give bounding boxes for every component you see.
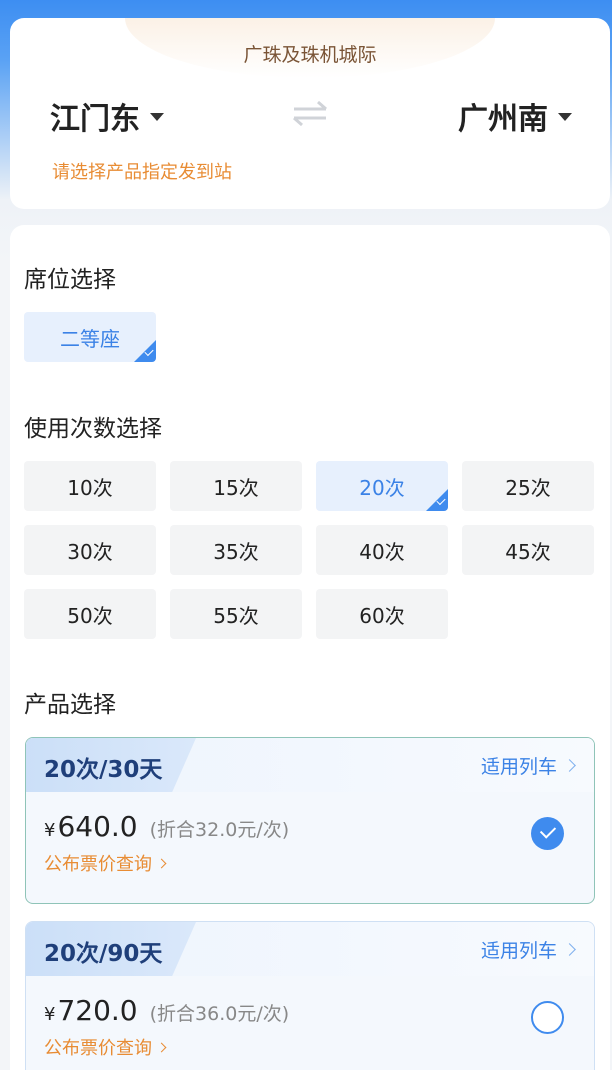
count-option-label: 20次 — [359, 475, 405, 500]
count-option-label: 35次 — [213, 539, 259, 564]
seat-option-second-class[interactable]: 二等座 — [24, 312, 156, 362]
product-tag: 20次/30天 — [44, 757, 163, 783]
count-option-label: 45次 — [505, 539, 551, 564]
published-fare-link[interactable]: 公布票价查询 — [44, 1034, 167, 1060]
per-trip-price: (折合32.0元/次) — [149, 819, 290, 841]
route-hint: 请选择产品指定发到站 — [52, 162, 232, 183]
seat-section-title: 席位选择 — [24, 267, 116, 293]
chevron-right-icon — [156, 858, 167, 868]
selected-check-icon — [426, 489, 448, 511]
from-station-label: 江门东 — [50, 102, 140, 137]
seat-option-label: 二等座 — [60, 326, 120, 351]
applicable-trains-link[interactable]: 适用列车 — [480, 936, 576, 963]
count-option-60[interactable]: 60次 — [316, 589, 448, 639]
count-option-25[interactable]: 25次 — [462, 461, 594, 511]
per-trip-price: (折合36.0元/次) — [149, 1003, 290, 1025]
count-option-45[interactable]: 45次 — [462, 525, 594, 575]
product-section-title: 产品选择 — [24, 692, 116, 718]
count-option-30[interactable]: 30次 — [24, 525, 156, 575]
published-fare-label: 公布票价查询 — [44, 854, 152, 875]
route-banner-title: 广珠及珠机城际 — [243, 44, 377, 66]
to-station-selector[interactable]: 广州南 — [458, 94, 572, 138]
route-banner: 广珠及珠机城际 — [125, 18, 495, 78]
caret-down-icon — [558, 113, 572, 121]
to-station-label: 广州南 — [458, 102, 548, 137]
product-tag: 20次/90天 — [44, 941, 163, 967]
published-fare-label: 公布票价查询 — [44, 1038, 152, 1059]
count-option-35[interactable]: 35次 — [170, 525, 302, 575]
count-option-50[interactable]: 50次 — [24, 589, 156, 639]
from-station-selector[interactable]: 江门东 — [50, 94, 164, 138]
count-option-10[interactable]: 10次 — [24, 461, 156, 511]
product-card[interactable]: 20次/30天 适用列车 ¥ 640.0 (折合32.0元/次) 公布票价查询 — [25, 737, 595, 904]
count-option-label: 10次 — [67, 475, 113, 500]
currency-symbol: ¥ — [44, 820, 56, 841]
applicable-trains-label: 适用列车 — [480, 940, 557, 962]
count-option-label: 15次 — [213, 475, 259, 500]
count-section-title: 使用次数选择 — [24, 416, 162, 442]
count-option-40[interactable]: 40次 — [316, 525, 448, 575]
main-panel: 席位选择 二等座 使用次数选择 10次 15次 20次 25次 30次 35次 … — [10, 225, 610, 1070]
count-option-label: 25次 — [505, 475, 551, 500]
selected-check-icon — [134, 340, 156, 362]
product-price: ¥ 640.0 (折合32.0元/次) — [44, 810, 289, 843]
price-amount: 640.0 — [57, 810, 138, 843]
count-option-15[interactable]: 15次 — [170, 461, 302, 511]
count-option-55[interactable]: 55次 — [170, 589, 302, 639]
product-radio-checked[interactable] — [531, 817, 564, 850]
count-option-label: 60次 — [359, 603, 405, 628]
count-option-20[interactable]: 20次 — [316, 461, 448, 511]
chevron-right-icon — [156, 1042, 167, 1052]
product-price: ¥ 720.0 (折合36.0元/次) — [44, 994, 289, 1027]
chevron-right-icon — [563, 943, 576, 956]
product-card[interactable]: 20次/90天 适用列车 ¥ 720.0 (折合36.0元/次) 公布票价查询 — [25, 921, 595, 1070]
chevron-right-icon — [563, 759, 576, 772]
applicable-trains-label: 适用列车 — [480, 756, 557, 778]
route-card: 广珠及珠机城际 江门东 广州南 请选择产品指定发到站 — [10, 18, 610, 209]
caret-down-icon — [150, 113, 164, 121]
currency-symbol: ¥ — [44, 1004, 56, 1025]
applicable-trains-link[interactable]: 适用列车 — [480, 752, 576, 779]
count-option-label: 30次 — [67, 539, 113, 564]
published-fare-link[interactable]: 公布票价查询 — [44, 850, 167, 876]
count-option-label: 40次 — [359, 539, 405, 564]
price-amount: 720.0 — [57, 994, 138, 1027]
product-radio-unchecked[interactable] — [531, 1001, 564, 1034]
count-option-label: 50次 — [67, 603, 113, 628]
swap-icon[interactable] — [290, 98, 330, 128]
count-option-label: 55次 — [213, 603, 259, 628]
